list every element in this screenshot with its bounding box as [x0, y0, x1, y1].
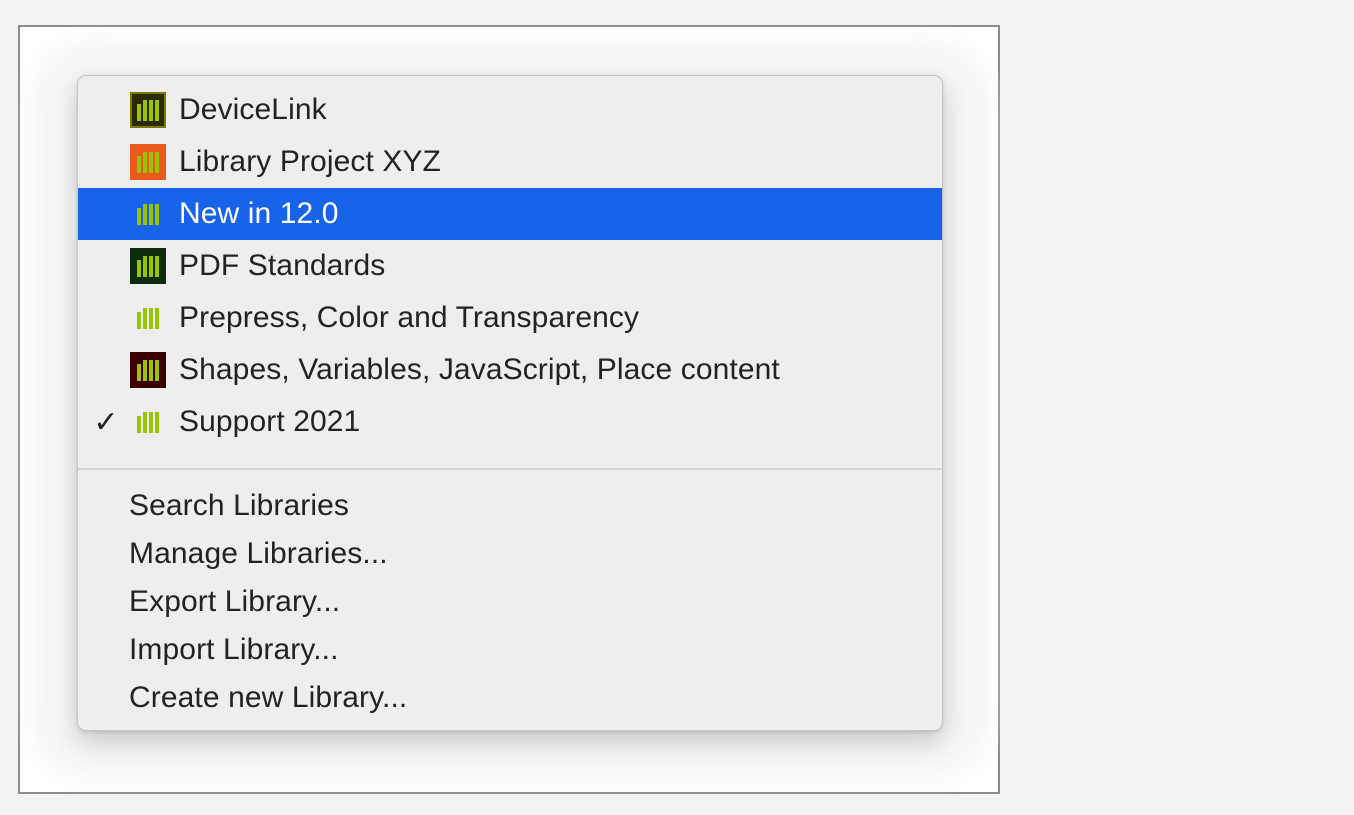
checkmark-icon: ✓	[93, 405, 119, 439]
checkmark-icon	[92, 136, 120, 188]
library-icon-bar	[143, 152, 147, 173]
library-icon-bar	[143, 204, 147, 225]
menu-item-label: Manage Libraries...	[129, 537, 388, 570]
library-icon-bar	[155, 412, 159, 433]
checkmark-icon	[92, 188, 120, 240]
menu-item-label: Export Library...	[129, 585, 341, 618]
menu-item-shapes-variables-javascript[interactable]: Shapes, Variables, JavaScript, Place con…	[78, 344, 942, 396]
search-libraries-item[interactable]: Search Libraries	[78, 480, 942, 532]
menu-item-label: Shapes, Variables, JavaScript, Place con…	[179, 353, 780, 386]
library-icon-bar	[155, 152, 159, 173]
library-icon-bar	[143, 100, 147, 121]
menu-item-label: DeviceLink	[179, 93, 327, 126]
library-icon-bar	[149, 256, 153, 277]
library-icon-bar	[149, 308, 153, 329]
menu-item-label: Import Library...	[129, 633, 339, 666]
menu-item-label: New in 12.0	[179, 197, 339, 230]
library-icon-bar	[155, 256, 159, 277]
library-icon-bar	[149, 360, 153, 381]
menu-item-library-project-xyz[interactable]: Library Project XYZ	[78, 136, 942, 188]
library-icon-bar	[143, 360, 147, 381]
library-icon	[130, 92, 166, 128]
library-icon	[130, 144, 166, 180]
library-icon-bar	[137, 312, 141, 329]
library-icon-bar	[155, 308, 159, 329]
manage-libraries-item[interactable]: Manage Libraries...	[78, 528, 942, 580]
menu-item-label: Support 2021	[179, 405, 361, 438]
import-library-item[interactable]: Import Library...	[78, 624, 942, 676]
menu-item-label: Prepress, Color and Transparency	[179, 301, 640, 334]
menu-item-prepress-color-transparency[interactable]: Prepress, Color and Transparency	[78, 292, 942, 344]
library-icon	[130, 352, 166, 388]
menu-item-pdf-standards[interactable]: PDF Standards	[78, 240, 942, 292]
library-icon-bar	[149, 100, 153, 121]
library-icon	[130, 248, 166, 284]
library-icon-bar	[155, 360, 159, 381]
checkmark-icon	[92, 344, 120, 396]
menu-item-label: Create new Library...	[129, 681, 408, 714]
export-library-item[interactable]: Export Library...	[78, 576, 942, 628]
library-icon	[137, 412, 159, 433]
library-menu: DeviceLink Library Project XYZ New in 12…	[77, 75, 943, 731]
library-icon-bar	[137, 104, 141, 121]
library-icon-bar	[137, 260, 141, 277]
menu-item-label: Search Libraries	[129, 489, 350, 522]
screenshot-frame: DeviceLink Library Project XYZ New in 12…	[18, 25, 1000, 794]
menu-item-support-2021[interactable]: ✓ Support 2021	[78, 396, 942, 448]
library-icon-bar	[149, 204, 153, 225]
library-icon-bar	[143, 412, 147, 433]
menu-item-label: Library Project XYZ	[179, 145, 441, 178]
library-icon-bar	[155, 204, 159, 225]
library-icon-bar	[137, 364, 141, 381]
library-icon-bar	[155, 100, 159, 121]
library-icon	[137, 308, 159, 329]
library-icon-bar	[137, 208, 141, 225]
checkmark-icon	[92, 84, 120, 136]
library-icon-bar	[137, 416, 141, 433]
library-icon-bar	[137, 156, 141, 173]
library-icon-bar	[149, 152, 153, 173]
menu-item-devicelink[interactable]: DeviceLink	[78, 84, 942, 136]
library-icon-bar	[143, 308, 147, 329]
create-new-library-item[interactable]: Create new Library...	[78, 672, 942, 724]
menu-item-label: PDF Standards	[179, 249, 386, 282]
checkmark-icon	[92, 292, 120, 344]
checkmark-icon	[92, 240, 120, 292]
menu-separator	[78, 468, 942, 470]
menu-item-new-in-12[interactable]: New in 12.0	[78, 188, 942, 240]
library-icon-bar	[149, 412, 153, 433]
library-icon	[137, 204, 159, 225]
library-icon-bar	[143, 256, 147, 277]
